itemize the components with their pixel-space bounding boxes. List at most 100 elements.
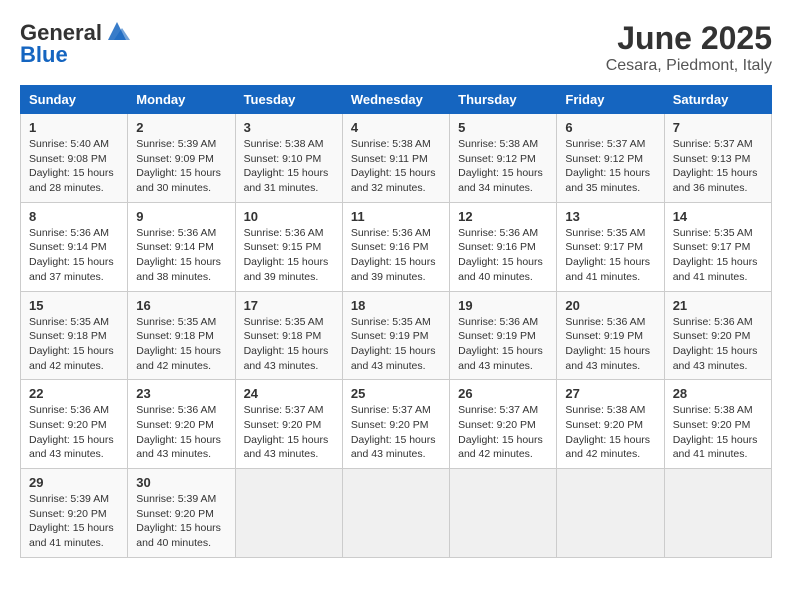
daylight-label: Daylight: 15 hours and 43 minutes. [458, 345, 543, 372]
calendar-day-cell: 4 Sunrise: 5:38 AM Sunset: 9:11 PM Dayli… [342, 114, 449, 203]
sunset-label: Sunset: 9:20 PM [29, 508, 107, 520]
calendar-day-cell: 8 Sunrise: 5:36 AM Sunset: 9:14 PM Dayli… [21, 202, 128, 291]
calendar-day-cell: 17 Sunrise: 5:35 AM Sunset: 9:18 PM Dayl… [235, 291, 342, 380]
logo-icon [104, 18, 130, 44]
sunrise-label: Sunrise: 5:38 AM [351, 138, 431, 150]
calendar-day-cell [557, 469, 664, 558]
day-info: Sunrise: 5:39 AM Sunset: 9:20 PM Dayligh… [29, 492, 119, 551]
sunset-label: Sunset: 9:20 PM [458, 419, 536, 431]
calendar-day-cell: 5 Sunrise: 5:38 AM Sunset: 9:12 PM Dayli… [450, 114, 557, 203]
day-number: 14 [673, 209, 763, 224]
calendar-day-cell: 29 Sunrise: 5:39 AM Sunset: 9:20 PM Dayl… [21, 469, 128, 558]
day-number: 5 [458, 120, 548, 135]
sunset-label: Sunset: 9:20 PM [136, 419, 214, 431]
sunset-label: Sunset: 9:13 PM [673, 153, 751, 165]
sunrise-label: Sunrise: 5:40 AM [29, 138, 109, 150]
calendar-day-cell: 13 Sunrise: 5:35 AM Sunset: 9:17 PM Dayl… [557, 202, 664, 291]
daylight-label: Daylight: 15 hours and 40 minutes. [458, 256, 543, 283]
day-info: Sunrise: 5:36 AM Sunset: 9:19 PM Dayligh… [458, 315, 548, 374]
day-number: 16 [136, 298, 226, 313]
calendar-day-cell: 25 Sunrise: 5:37 AM Sunset: 9:20 PM Dayl… [342, 380, 449, 469]
calendar-table: Sunday Monday Tuesday Wednesday Thursday… [20, 85, 772, 558]
sunset-label: Sunset: 9:15 PM [244, 241, 322, 253]
day-number: 20 [565, 298, 655, 313]
sunset-label: Sunset: 9:18 PM [244, 330, 322, 342]
day-number: 4 [351, 120, 441, 135]
sunset-label: Sunset: 9:19 PM [351, 330, 429, 342]
sunrise-label: Sunrise: 5:36 AM [458, 316, 538, 328]
sunset-label: Sunset: 9:09 PM [136, 153, 214, 165]
day-number: 23 [136, 386, 226, 401]
day-number: 9 [136, 209, 226, 224]
sunrise-label: Sunrise: 5:37 AM [244, 404, 324, 416]
day-number: 15 [29, 298, 119, 313]
sunset-label: Sunset: 9:08 PM [29, 153, 107, 165]
day-number: 1 [29, 120, 119, 135]
day-info: Sunrise: 5:35 AM Sunset: 9:18 PM Dayligh… [244, 315, 334, 374]
sunset-label: Sunset: 9:18 PM [29, 330, 107, 342]
daylight-label: Daylight: 15 hours and 41 minutes. [29, 522, 114, 549]
calendar-day-cell [235, 469, 342, 558]
day-info: Sunrise: 5:35 AM Sunset: 9:18 PM Dayligh… [136, 315, 226, 374]
day-info: Sunrise: 5:35 AM Sunset: 9:18 PM Dayligh… [29, 315, 119, 374]
sunrise-label: Sunrise: 5:38 AM [673, 404, 753, 416]
calendar-day-cell [450, 469, 557, 558]
daylight-label: Daylight: 15 hours and 35 minutes. [565, 167, 650, 194]
sunrise-label: Sunrise: 5:36 AM [244, 227, 324, 239]
day-number: 3 [244, 120, 334, 135]
day-info: Sunrise: 5:35 AM Sunset: 9:17 PM Dayligh… [565, 226, 655, 285]
sunset-label: Sunset: 9:20 PM [136, 508, 214, 520]
page-header: General Blue June 2025 Cesara, Piedmont,… [20, 20, 772, 75]
day-info: Sunrise: 5:39 AM Sunset: 9:20 PM Dayligh… [136, 492, 226, 551]
col-friday: Friday [557, 86, 664, 114]
day-number: 10 [244, 209, 334, 224]
day-info: Sunrise: 5:36 AM Sunset: 9:16 PM Dayligh… [458, 226, 548, 285]
calendar-day-cell: 11 Sunrise: 5:36 AM Sunset: 9:16 PM Dayl… [342, 202, 449, 291]
sunset-label: Sunset: 9:20 PM [244, 419, 322, 431]
sunrise-label: Sunrise: 5:37 AM [458, 404, 538, 416]
day-info: Sunrise: 5:37 AM Sunset: 9:12 PM Dayligh… [565, 137, 655, 196]
day-number: 28 [673, 386, 763, 401]
sunset-label: Sunset: 9:11 PM [351, 153, 428, 165]
daylight-label: Daylight: 15 hours and 39 minutes. [351, 256, 436, 283]
sunset-label: Sunset: 9:12 PM [458, 153, 536, 165]
day-number: 27 [565, 386, 655, 401]
daylight-label: Daylight: 15 hours and 38 minutes. [136, 256, 221, 283]
daylight-label: Daylight: 15 hours and 43 minutes. [565, 345, 650, 372]
sunset-label: Sunset: 9:17 PM [565, 241, 643, 253]
day-info: Sunrise: 5:39 AM Sunset: 9:09 PM Dayligh… [136, 137, 226, 196]
daylight-label: Daylight: 15 hours and 32 minutes. [351, 167, 436, 194]
sunset-label: Sunset: 9:20 PM [565, 419, 643, 431]
sunrise-label: Sunrise: 5:35 AM [565, 227, 645, 239]
day-info: Sunrise: 5:37 AM Sunset: 9:20 PM Dayligh… [458, 403, 548, 462]
daylight-label: Daylight: 15 hours and 34 minutes. [458, 167, 543, 194]
daylight-label: Daylight: 15 hours and 39 minutes. [244, 256, 329, 283]
day-number: 21 [673, 298, 763, 313]
col-thursday: Thursday [450, 86, 557, 114]
daylight-label: Daylight: 15 hours and 40 minutes. [136, 522, 221, 549]
sunrise-label: Sunrise: 5:38 AM [458, 138, 538, 150]
sunset-label: Sunset: 9:14 PM [136, 241, 214, 253]
sunset-label: Sunset: 9:20 PM [673, 419, 751, 431]
calendar-week-row: 29 Sunrise: 5:39 AM Sunset: 9:20 PM Dayl… [21, 469, 772, 558]
daylight-label: Daylight: 15 hours and 43 minutes. [351, 345, 436, 372]
daylight-label: Daylight: 15 hours and 42 minutes. [565, 434, 650, 461]
day-number: 22 [29, 386, 119, 401]
day-number: 25 [351, 386, 441, 401]
day-number: 12 [458, 209, 548, 224]
day-number: 2 [136, 120, 226, 135]
calendar-week-row: 1 Sunrise: 5:40 AM Sunset: 9:08 PM Dayli… [21, 114, 772, 203]
calendar-day-cell: 24 Sunrise: 5:37 AM Sunset: 9:20 PM Dayl… [235, 380, 342, 469]
calendar-day-cell: 3 Sunrise: 5:38 AM Sunset: 9:10 PM Dayli… [235, 114, 342, 203]
sunset-label: Sunset: 9:20 PM [673, 330, 751, 342]
daylight-label: Daylight: 15 hours and 36 minutes. [673, 167, 758, 194]
col-saturday: Saturday [664, 86, 771, 114]
day-number: 7 [673, 120, 763, 135]
calendar-week-row: 8 Sunrise: 5:36 AM Sunset: 9:14 PM Dayli… [21, 202, 772, 291]
sunset-label: Sunset: 9:19 PM [565, 330, 643, 342]
daylight-label: Daylight: 15 hours and 43 minutes. [244, 345, 329, 372]
sunrise-label: Sunrise: 5:38 AM [565, 404, 645, 416]
day-number: 8 [29, 209, 119, 224]
day-info: Sunrise: 5:37 AM Sunset: 9:13 PM Dayligh… [673, 137, 763, 196]
sunrise-label: Sunrise: 5:36 AM [458, 227, 538, 239]
